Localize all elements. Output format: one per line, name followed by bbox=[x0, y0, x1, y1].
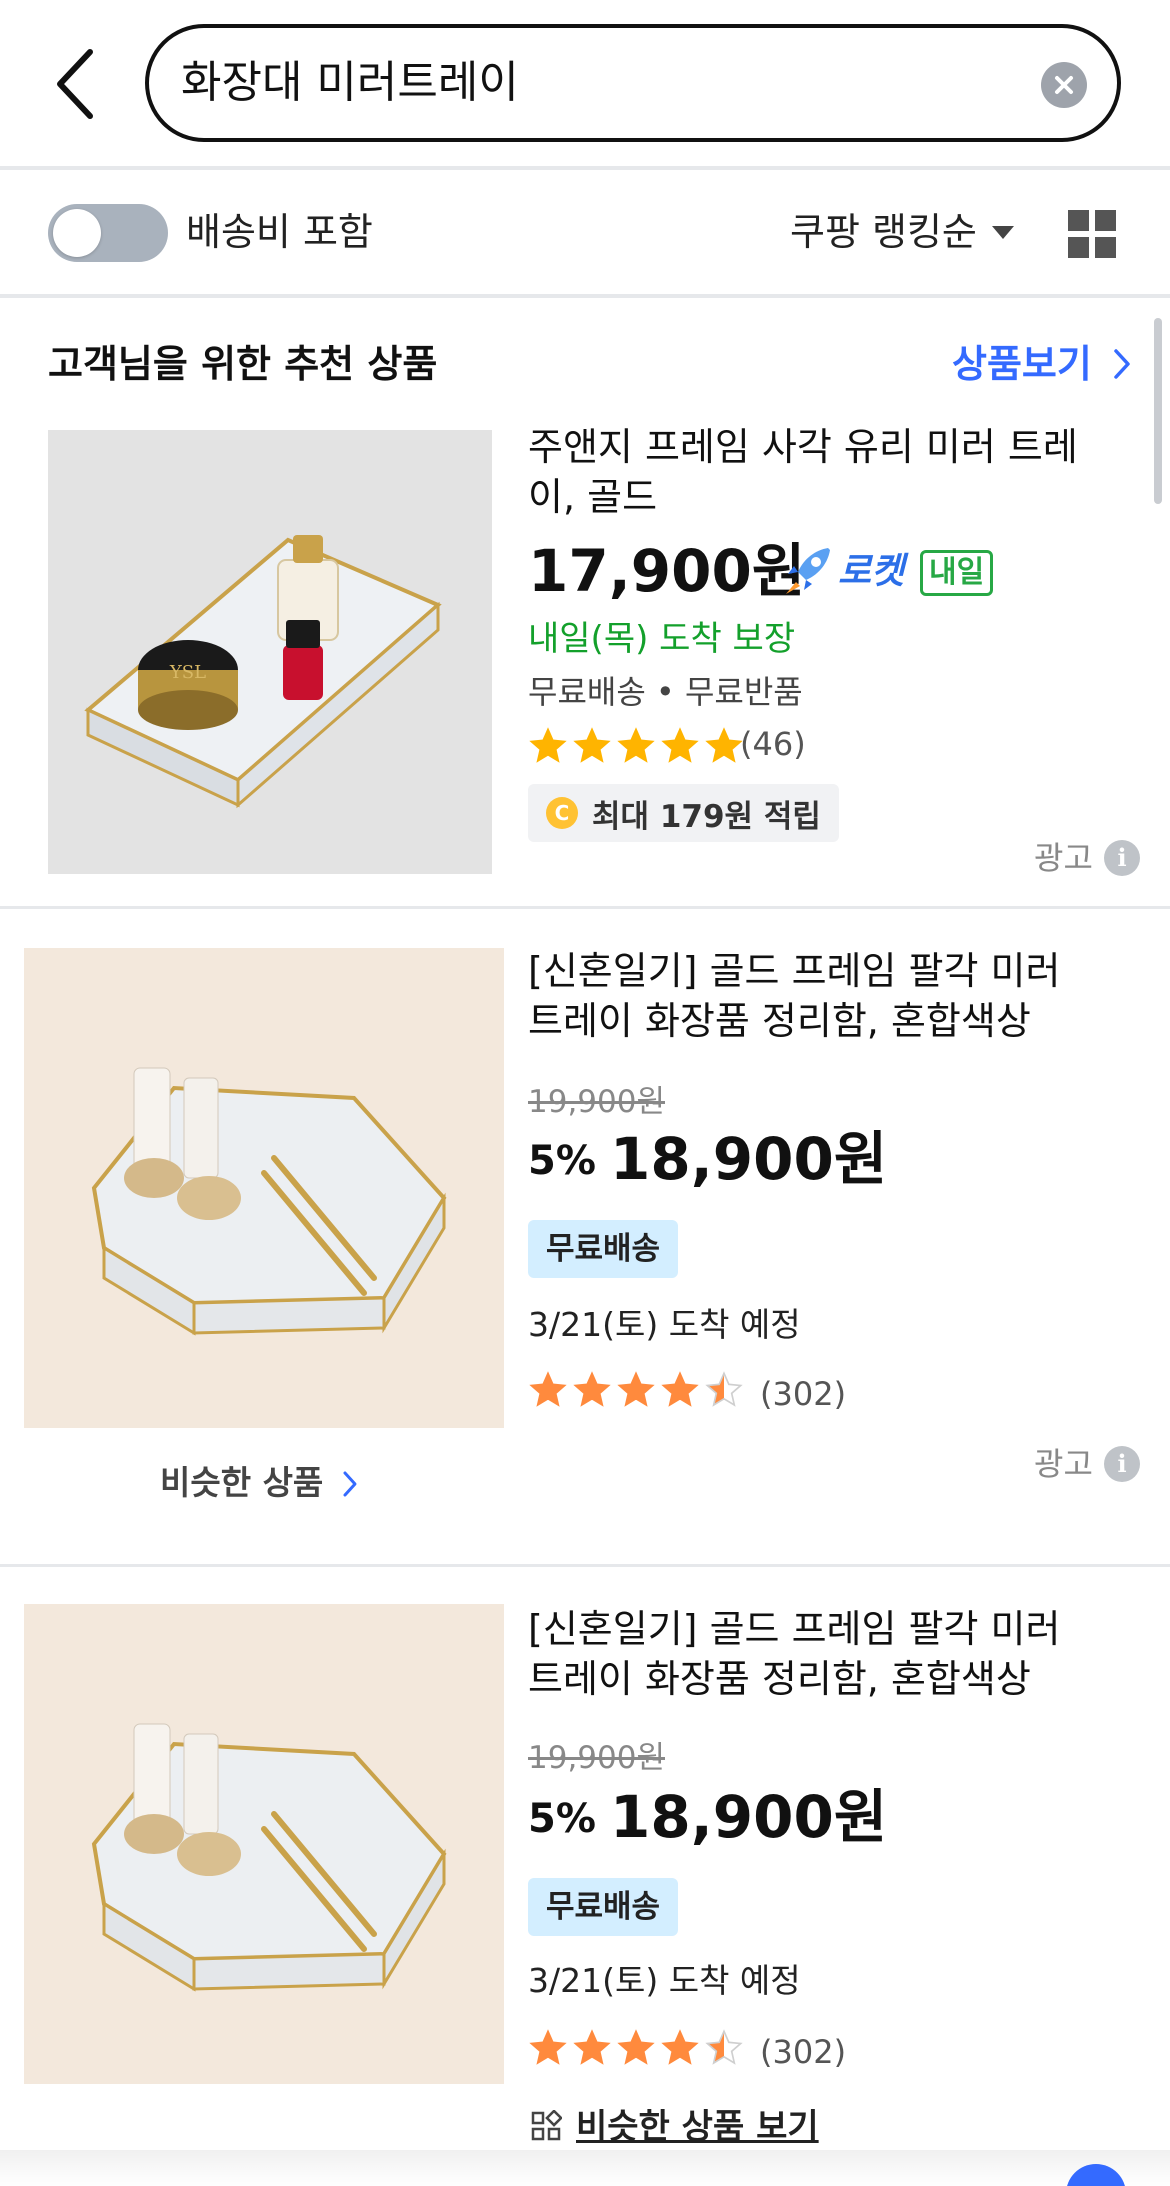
chevron-right-icon[interactable] bbox=[1112, 348, 1132, 380]
star-icon bbox=[661, 1371, 699, 1407]
back-button[interactable] bbox=[44, 44, 104, 124]
toggle-knob bbox=[53, 209, 101, 257]
rocket-icon bbox=[786, 548, 830, 594]
star-icon bbox=[661, 727, 699, 763]
discount-rate: 5% bbox=[528, 1796, 596, 1842]
product-title[interactable]: 주앤지 프레임 사각 유리 미러 트레이, 골드 bbox=[528, 422, 1098, 522]
rocket-tomorrow-badge: 내일 bbox=[920, 550, 994, 596]
arrival-guarantee: 내일(목) 도착 보장 bbox=[528, 619, 796, 659]
filter-bar: 배송비 포함 쿠팡 랭킹순 bbox=[0, 170, 1170, 294]
product-price: 18,900원 bbox=[610, 1125, 888, 1193]
star-icon bbox=[705, 1371, 743, 1407]
ad-label: 광고 bbox=[1034, 1445, 1093, 1483]
star-icon bbox=[661, 2029, 699, 2065]
star-icon bbox=[573, 1371, 611, 1407]
search-query-text[interactable]: 화장대 미러트레이 bbox=[181, 28, 519, 138]
similar-products-link[interactable]: 비슷한 상품 bbox=[160, 1460, 323, 1506]
star-icon bbox=[529, 2029, 567, 2065]
product-title[interactable]: [신혼일기] 골드 프레임 팔각 미러 트레이 화장품 정리함, 혼합색상 bbox=[528, 946, 1098, 1046]
review-count: (46) bbox=[740, 725, 806, 763]
review-count: (302) bbox=[760, 2033, 847, 2071]
arrival-date: 3/21(토) 도착 예정 bbox=[528, 1961, 801, 2000]
discount-rate: 5% bbox=[528, 1138, 596, 1184]
product-image[interactable] bbox=[24, 948, 504, 1428]
star-icon bbox=[617, 2029, 655, 2065]
coin-icon: C bbox=[546, 797, 578, 829]
shipping-toggle-label[interactable]: 배송비 포함 bbox=[186, 200, 373, 264]
info-icon[interactable]: i bbox=[1104, 840, 1140, 876]
star-icon bbox=[617, 1371, 655, 1407]
view-products-link[interactable]: 상품보기 bbox=[952, 336, 1092, 392]
bottom-shadow bbox=[0, 2150, 1170, 2186]
svg-text:YSL: YSL bbox=[169, 662, 206, 683]
ad-label: 광고 bbox=[1034, 839, 1093, 877]
cashback-text: 최대 179원 적립 bbox=[592, 798, 821, 835]
filter-divider bbox=[0, 294, 1170, 298]
search-input[interactable]: 화장대 미러트레이 bbox=[145, 24, 1121, 142]
cashback-badge: C 최대 179원 적립 bbox=[528, 784, 839, 842]
rating-stars bbox=[528, 2028, 748, 2068]
recommendation-title: 고객님을 위한 추천 상품 bbox=[48, 342, 438, 386]
free-shipping-badge: 무료배송 bbox=[528, 1878, 679, 1936]
scrollbar[interactable] bbox=[1154, 318, 1162, 504]
section-divider bbox=[0, 1564, 1170, 1567]
section-divider bbox=[0, 906, 1170, 909]
star-icon bbox=[705, 727, 743, 763]
review-count: (302) bbox=[760, 1375, 847, 1413]
rating-stars bbox=[528, 726, 748, 766]
sort-dropdown[interactable]: 쿠팡 랭킹순 bbox=[790, 200, 977, 264]
shipping-info: 무료배송 • 무료반품 bbox=[528, 673, 803, 711]
chevron-left-icon bbox=[57, 49, 93, 119]
product-price: 17,900원 bbox=[528, 537, 806, 605]
star-icon bbox=[529, 1371, 567, 1407]
star-icon bbox=[705, 2029, 743, 2065]
shipping-included-toggle[interactable] bbox=[48, 204, 168, 262]
product-title[interactable]: [신혼일기] 골드 프레임 팔각 미러 트레이 화장품 정리함, 혼합색상 bbox=[528, 1604, 1098, 1704]
star-icon bbox=[617, 727, 655, 763]
chevron-right-icon[interactable] bbox=[342, 1470, 358, 1498]
clear-search-button[interactable] bbox=[1041, 62, 1087, 108]
free-shipping-badge: 무료배송 bbox=[528, 1220, 679, 1278]
original-price: 19,900원 bbox=[528, 1740, 665, 1776]
product-image[interactable] bbox=[24, 1604, 504, 2084]
original-price: 19,900원 bbox=[528, 1084, 665, 1120]
product-image[interactable]: YSL bbox=[48, 430, 492, 874]
similar-products-view-link[interactable]: 비슷한 상품 보기 bbox=[576, 2104, 819, 2150]
caret-down-icon[interactable] bbox=[992, 226, 1014, 239]
star-icon bbox=[573, 2029, 611, 2065]
rating-stars bbox=[528, 1370, 748, 1410]
grid-view-icon[interactable] bbox=[1068, 210, 1116, 258]
close-icon bbox=[1055, 76, 1073, 94]
arrival-date: 3/21(토) 도착 예정 bbox=[528, 1305, 801, 1344]
star-icon bbox=[573, 727, 611, 763]
header: 화장대 미러트레이 bbox=[0, 0, 1170, 166]
rocket-delivery-label: 로켓 bbox=[838, 551, 905, 592]
product-price: 18,900원 bbox=[610, 1783, 888, 1851]
similar-grid-icon bbox=[531, 2110, 562, 2141]
star-icon bbox=[529, 727, 567, 763]
info-icon[interactable]: i bbox=[1104, 1446, 1140, 1482]
